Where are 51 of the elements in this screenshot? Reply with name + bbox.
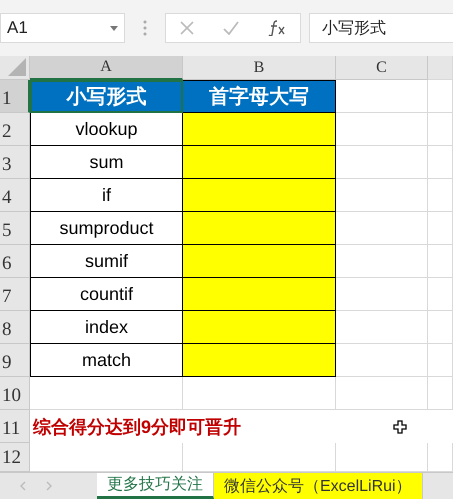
grip-icon — [143, 20, 147, 36]
answer-cell[interactable] — [183, 146, 336, 179]
answer-cell[interactable] — [183, 113, 336, 146]
empty-cell[interactable] — [428, 311, 453, 344]
row-header[interactable]: 10 — [0, 377, 30, 410]
scroll-left-icon[interactable] — [20, 481, 26, 491]
column-header[interactable]: C — [336, 56, 428, 80]
row-header[interactable]: 3 — [0, 146, 30, 179]
row-header[interactable]: 1 — [0, 80, 30, 113]
caret-icon[interactable] — [110, 26, 118, 30]
answer-cell[interactable] — [183, 311, 336, 344]
row-header[interactable]: 11 — [0, 410, 30, 443]
empty-cell[interactable] — [428, 278, 453, 311]
row-header[interactable]: 2 — [0, 113, 30, 146]
sheet-tab[interactable]: 微信公众号（ExcelLiRui） — [214, 473, 423, 499]
column-header[interactable] — [428, 56, 453, 80]
note-text: 综合得分达到9分即可晋升 — [32, 416, 242, 438]
answer-cell[interactable] — [183, 278, 336, 311]
sheet-tab[interactable]: 更多技巧关注 — [97, 473, 214, 499]
table-header-cell[interactable]: 首字母大写 — [183, 80, 336, 113]
scroll-right-icon[interactable] — [46, 481, 52, 491]
formula-field[interactable]: 小写形式 — [309, 13, 453, 43]
row-header[interactable]: 5 — [0, 212, 30, 245]
row-header[interactable]: 9 — [0, 344, 30, 377]
empty-cell[interactable] — [428, 146, 453, 179]
column-header[interactable]: B — [183, 56, 336, 80]
empty-cell[interactable] — [183, 377, 336, 410]
empty-cell[interactable] — [428, 344, 453, 377]
column-header[interactable]: A — [30, 56, 183, 80]
answer-cell[interactable] — [183, 179, 336, 212]
empty-cell[interactable] — [336, 377, 428, 410]
empty-cell[interactable] — [428, 113, 453, 146]
empty-cell[interactable] — [428, 245, 453, 278]
check-icon[interactable] — [222, 21, 239, 35]
row-header[interactable]: 6 — [0, 245, 30, 278]
row-header[interactable]: 12 — [0, 443, 30, 472]
row-header[interactable]: 7 — [0, 278, 30, 311]
answer-cell[interactable] — [183, 344, 336, 377]
function-icon[interactable] — [268, 20, 286, 36]
empty-cell[interactable] — [428, 212, 453, 245]
cancel-icon[interactable] — [180, 21, 194, 35]
empty-cell[interactable] — [428, 377, 453, 410]
answer-cell[interactable] — [183, 212, 336, 245]
name-box[interactable]: A1 — [0, 13, 125, 43]
row-header[interactable]: 8 — [0, 311, 30, 344]
row-header[interactable]: 4 — [0, 179, 30, 212]
table-header-cell[interactable]: 小写形式 — [30, 80, 183, 113]
empty-cell[interactable] — [428, 179, 453, 212]
select-all-icon[interactable] — [8, 58, 26, 76]
answer-cell[interactable] — [183, 245, 336, 278]
cursor-icon — [393, 420, 407, 434]
